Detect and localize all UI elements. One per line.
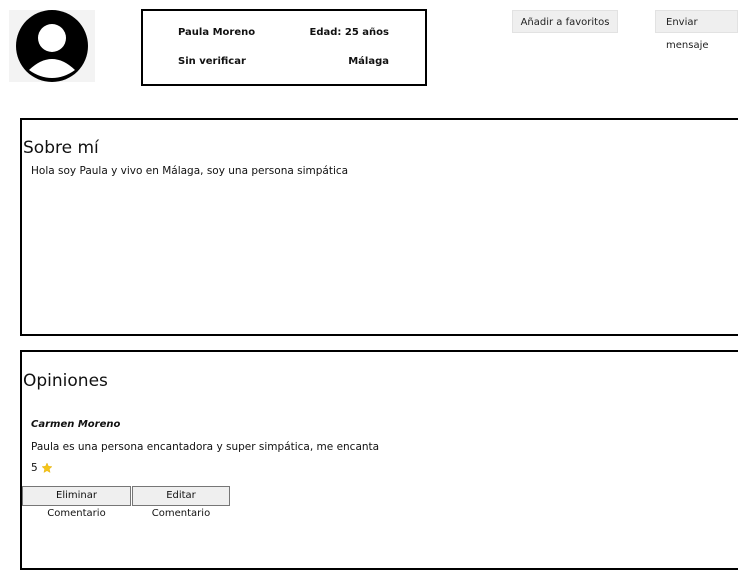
about-section: Sobre mí Hola soy Paula y vivo en Málaga… [20,118,738,336]
about-title: Sobre mí [23,138,99,158]
verification-status: Sin verificar [178,56,246,67]
profile-city: Málaga [348,56,389,67]
add-favorite-button[interactable]: Añadir a favoritos [512,10,618,33]
opinions-section: Opiniones Carmen Moreno Paula es una per… [20,350,738,570]
opinions-title: Opiniones [23,371,108,391]
profile-name: Paula Moreno [178,27,256,38]
about-text: Hola soy Paula y vivo en Málaga, soy una… [31,165,349,177]
review-text: Paula es una persona encantadora y super… [31,441,380,453]
avatar [9,10,95,82]
profile-age: Edad: 25 años [309,27,389,38]
edit-comment-button[interactable]: Editar Comentario [132,486,230,519]
star-icon [41,462,53,473]
rating-value: 5 [31,462,38,474]
review-rating: 5 [31,462,53,474]
profile-info-card: Paula Moreno Edad: 25 años Sin verificar… [141,9,427,86]
delete-comment-button[interactable]: Eliminar Comentario [22,486,131,519]
user-avatar-icon [16,10,88,82]
review-author: Carmen Moreno [31,419,121,430]
send-message-button[interactable]: Enviar mensaje [655,10,738,51]
